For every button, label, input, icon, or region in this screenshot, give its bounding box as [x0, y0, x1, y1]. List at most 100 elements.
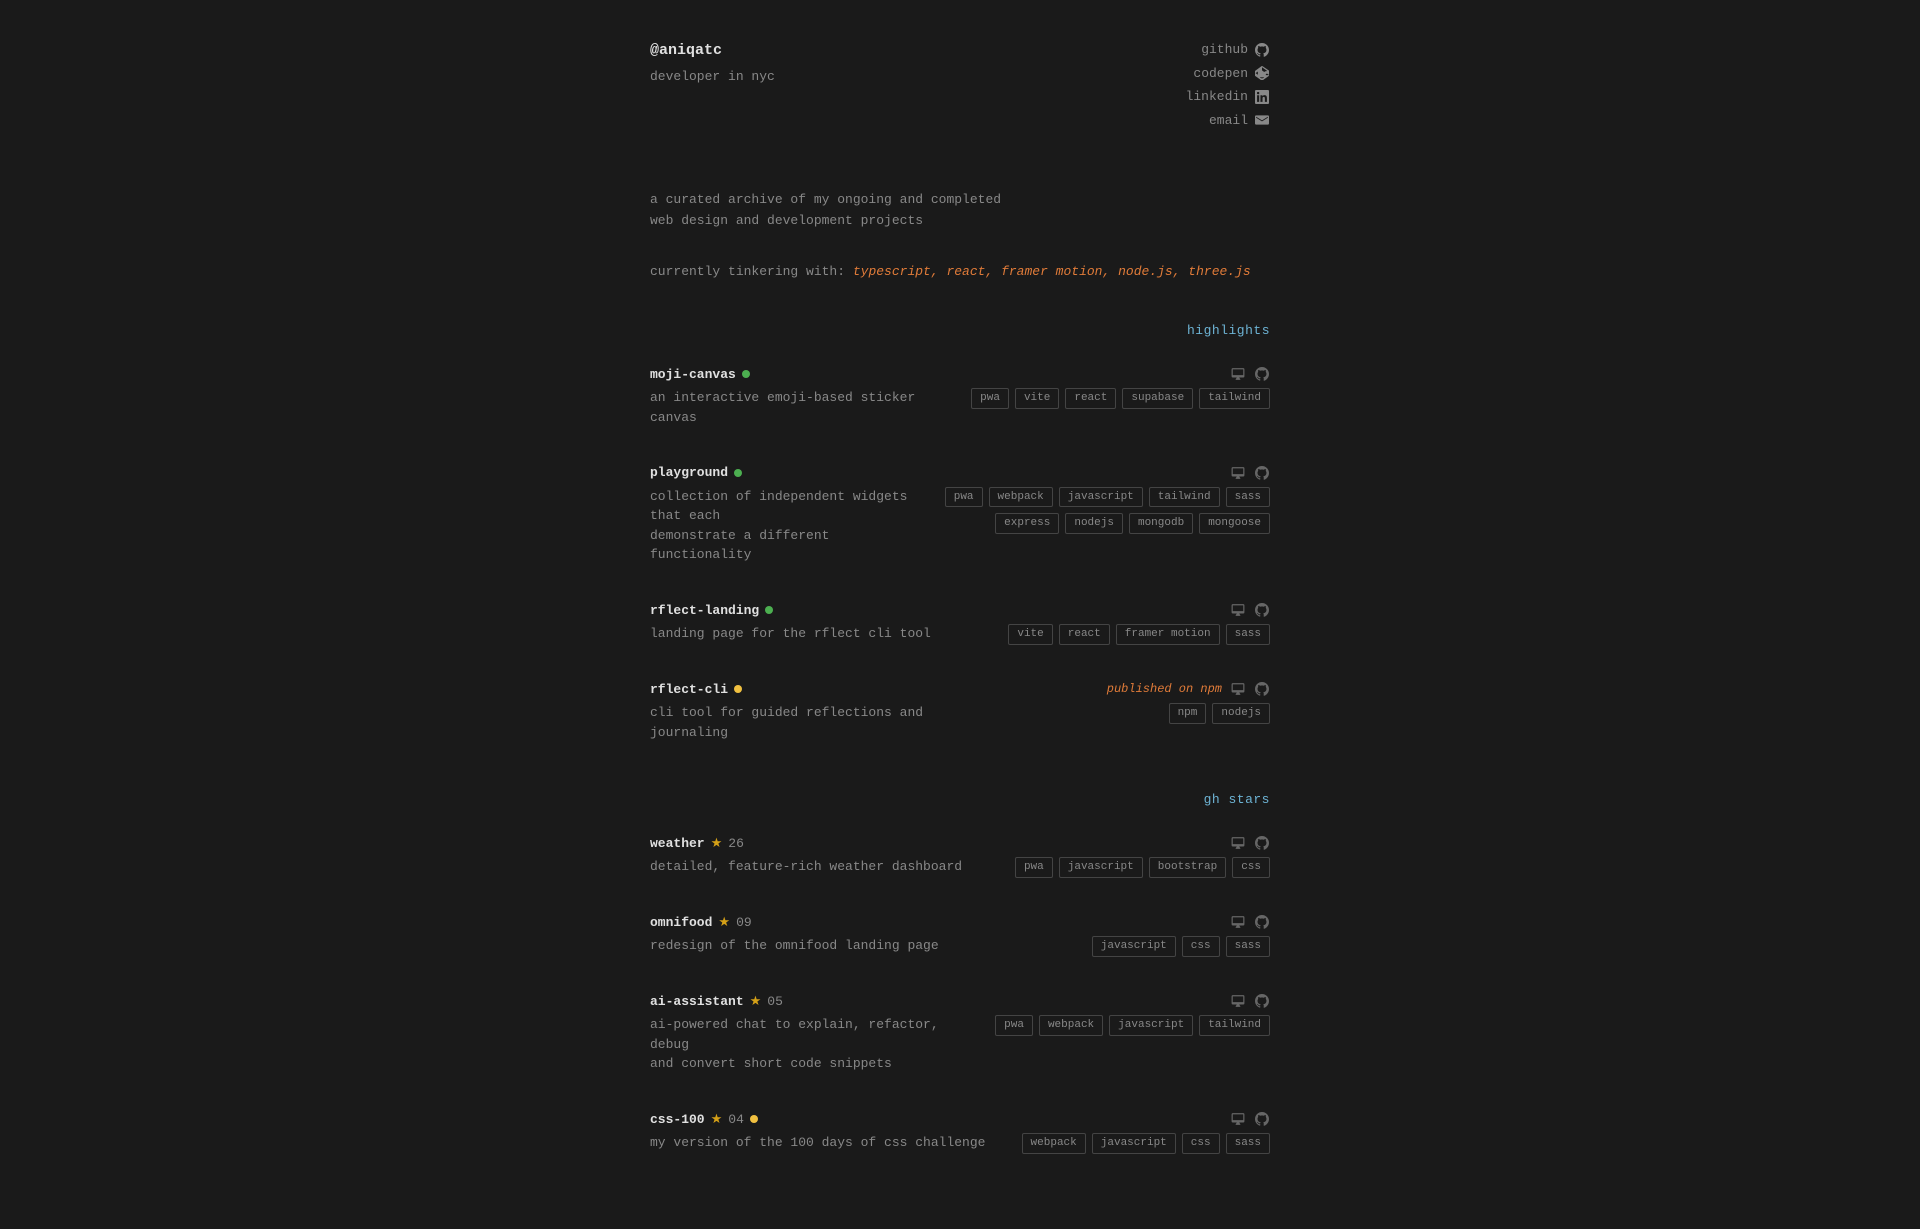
linkedin-label: linkedin: [1186, 87, 1248, 107]
project-description: landing page for the rflect cli tool: [650, 624, 988, 644]
project-name: moji-canvas: [650, 365, 736, 385]
tag-bootstrap: bootstrap: [1149, 857, 1226, 878]
tag-mongoose: mongoose: [1199, 513, 1270, 534]
linkedin-icon: [1254, 89, 1270, 105]
github-repo-icon[interactable]: [1254, 366, 1270, 382]
tag-nodejs: nodejs: [1212, 703, 1270, 724]
tags-row-1: pwa webpack javascript tailwind sass: [945, 487, 1270, 508]
project-title-left: omnifood ★ 09: [650, 913, 752, 933]
project-icons: [1230, 993, 1270, 1009]
linkedin-link[interactable]: linkedin: [1186, 87, 1270, 107]
project-desc-row: ai-powered chat to explain, refactor, de…: [650, 1015, 1270, 1082]
tag-webpack: webpack: [1022, 1133, 1086, 1154]
github-repo-icon[interactable]: [1254, 1111, 1270, 1127]
project-weather: weather ★ 26 detailed, feature-rich weat…: [650, 834, 1270, 885]
github-link[interactable]: github: [1201, 40, 1270, 60]
tag-pwa: pwa: [995, 1015, 1033, 1036]
tag-tailwind: tailwind: [1199, 1015, 1270, 1036]
project-tags: pwa vite react supabase tailwind: [971, 388, 1270, 409]
desktop-icon[interactable]: [1230, 993, 1246, 1009]
tags-row: pwa javascript bootstrap css: [1015, 857, 1270, 878]
tags-row: pwa vite react supabase tailwind: [971, 388, 1270, 409]
project-desc-row: collection of independent widgets that e…: [650, 487, 1270, 573]
tags-row: webpack javascript css sass: [1022, 1133, 1270, 1154]
project-name: omnifood: [650, 913, 712, 933]
github-repo-icon[interactable]: [1254, 835, 1270, 851]
social-links: github codepen linkedin email: [1186, 40, 1270, 130]
tags-row: vite react framer motion sass: [1008, 624, 1270, 645]
tag-webpack: webpack: [989, 487, 1053, 508]
codepen-link[interactable]: codepen: [1193, 64, 1270, 84]
desktop-icon[interactable]: [1230, 681, 1246, 697]
project-icons: published on npm: [1107, 680, 1270, 698]
project-icons: [1230, 835, 1270, 851]
tinkering-prefix: currently tinkering with:: [650, 264, 853, 279]
project-name: css-100: [650, 1110, 705, 1130]
tags-row: npm nodejs: [1169, 703, 1270, 724]
project-desc-row: landing page for the rflect cli tool vit…: [650, 624, 1270, 652]
project-name: rflect-landing: [650, 601, 759, 621]
star-count: 05: [767, 992, 783, 1012]
project-name: rflect-cli: [650, 680, 728, 700]
desktop-icon[interactable]: [1230, 835, 1246, 851]
tag-tailwind: tailwind: [1199, 388, 1270, 409]
github-repo-icon[interactable]: [1254, 993, 1270, 1009]
star-count: 09: [736, 913, 752, 933]
project-desc-row: detailed, feature-rich weather dashboard…: [650, 857, 1270, 885]
project-title-row: css-100 ★ 04: [650, 1110, 1270, 1130]
github-label: github: [1201, 40, 1248, 60]
desktop-icon[interactable]: [1230, 465, 1246, 481]
tinkering: currently tinkering with: typescript, re…: [650, 262, 1270, 282]
status-dot-green: [734, 469, 742, 477]
tag-css: css: [1182, 1133, 1220, 1154]
project-description: detailed, feature-rich weather dashboard: [650, 857, 995, 877]
username: @aniqatc: [650, 40, 775, 63]
tag-sass: sass: [1226, 624, 1270, 645]
tagline: developer in nyc: [650, 67, 775, 87]
tag-javascript: javascript: [1109, 1015, 1193, 1036]
project-icons: [1230, 914, 1270, 930]
project-title-row: omnifood ★ 09: [650, 913, 1270, 933]
project-description: collection of independent widgets that e…: [650, 487, 925, 565]
tag-css: css: [1232, 857, 1270, 878]
project-icons: [1230, 366, 1270, 382]
project-title-row: rflect-cli published on npm: [650, 680, 1270, 700]
project-tags: javascript css sass: [1092, 936, 1270, 957]
project-desc-left: my version of the 100 days of css challe…: [650, 1133, 1002, 1161]
project-rflect-landing: rflect-landing landing page for the rfle…: [650, 601, 1270, 652]
project-desc-left: collection of independent widgets that e…: [650, 487, 925, 573]
tags-row-2: express nodejs mongodb mongoose: [995, 513, 1270, 534]
project-icons: [1230, 1111, 1270, 1127]
project-desc-left: redesign of the omnifood landing page: [650, 936, 1072, 964]
project-ai-assistant: ai-assistant ★ 05 ai-powered chat to exp…: [650, 992, 1270, 1082]
project-desc-left: landing page for the rflect cli tool: [650, 624, 988, 652]
tag-supabase: supabase: [1122, 388, 1193, 409]
star-icon: ★: [718, 913, 730, 933]
project-desc-row: my version of the 100 days of css challe…: [650, 1133, 1270, 1161]
github-repo-icon[interactable]: [1254, 914, 1270, 930]
desktop-icon[interactable]: [1230, 1111, 1246, 1127]
desktop-icon[interactable]: [1230, 602, 1246, 618]
star-icon: ★: [750, 992, 762, 1012]
github-repo-icon[interactable]: [1254, 602, 1270, 618]
tag-mongodb: mongodb: [1129, 513, 1193, 534]
desktop-icon[interactable]: [1230, 914, 1246, 930]
email-icon: [1254, 112, 1270, 128]
project-title-row: playground: [650, 463, 1270, 483]
project-title-left: ai-assistant ★ 05: [650, 992, 783, 1012]
tag-vite: vite: [1015, 388, 1059, 409]
github-repo-icon[interactable]: [1254, 681, 1270, 697]
tag-webpack: webpack: [1039, 1015, 1103, 1036]
tag-sass: sass: [1226, 1133, 1270, 1154]
email-link[interactable]: email: [1209, 111, 1270, 131]
tags-row: pwa webpack javascript tailwind: [995, 1015, 1270, 1036]
github-repo-icon[interactable]: [1254, 465, 1270, 481]
project-icons: [1230, 465, 1270, 481]
tag-react: react: [1059, 624, 1110, 645]
tags-row: javascript css sass: [1092, 936, 1270, 957]
star-count: 26: [728, 834, 744, 854]
project-name: weather: [650, 834, 705, 854]
desktop-icon[interactable]: [1230, 366, 1246, 382]
tag-framer-motion: framer motion: [1116, 624, 1220, 645]
bio: a curated archive of my ongoing and comp…: [650, 190, 1270, 232]
